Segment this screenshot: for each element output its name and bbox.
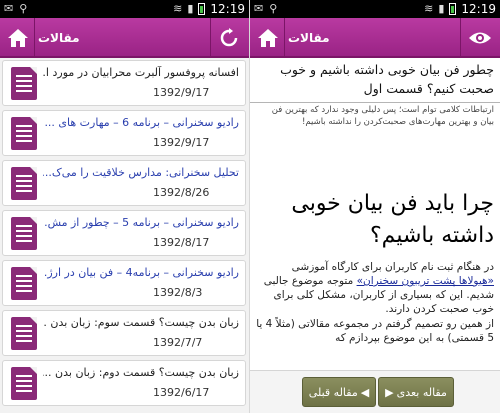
home-button[interactable] — [254, 24, 282, 52]
notification-icon: ✉ — [4, 2, 14, 15]
workshop-link[interactable]: «هیولاها پشت تریبون سخنران» — [357, 275, 494, 287]
header-divider — [210, 18, 211, 58]
document-icon — [11, 367, 37, 400]
header-divider — [460, 18, 461, 58]
home-icon — [258, 29, 278, 47]
view-button[interactable] — [466, 24, 494, 52]
refresh-icon — [220, 28, 238, 47]
article-date: 1392/8/3 — [153, 286, 203, 299]
article-title: رادیو سخنرانی – برنامه 5 – چطور از مش... — [43, 216, 239, 229]
article-list-item[interactable]: رادیو سخنرانی – برنامه4 – فن بیان در ارژ… — [2, 260, 246, 306]
title-divider — [250, 102, 500, 103]
home-icon — [8, 29, 28, 47]
document-icon — [11, 67, 37, 100]
wifi-icon: ≋ — [424, 2, 434, 15]
usb-icon: ⚲ — [19, 2, 28, 15]
article-title: رادیو سخنرانی – برنامه 6 – مهارت های ... — [44, 116, 239, 129]
article-title: زبان بدن چیست؟ قسمت دوم: زبان بدن ... — [43, 366, 239, 379]
notification-icon: ✉ — [254, 2, 264, 15]
article-title: زبان بدن چیست؟ قسمت سوم: زبان بدن ... — [43, 316, 239, 329]
article-title: رادیو سخنرانی – برنامه4 – فن بیان در ارژ… — [43, 266, 239, 279]
eye-icon — [469, 32, 491, 44]
arrow-left-icon: ◀ — [360, 385, 370, 399]
app-header: مقالات — [0, 18, 249, 58]
arrow-right-icon: ▶ — [385, 385, 394, 399]
article-paragraph: در هنگام ثبت نام کاربران برای کارگاه آمو… — [256, 260, 494, 316]
app-header: مقالات — [250, 18, 500, 58]
previous-article-label: مقاله قبلی — [308, 385, 358, 399]
paragraph-text: در هنگام ثبت نام کاربران برای کارگاه آمو… — [291, 261, 494, 273]
battery-icon — [449, 3, 457, 15]
usb-icon: ⚲ — [269, 2, 278, 15]
article-title: چطور فن بیان خوبی داشته باشیم و خوب صحبت… — [280, 62, 494, 96]
document-icon — [11, 217, 37, 250]
next-article-label: مقاله بعدی — [396, 385, 447, 399]
status-time: 12:19 — [461, 2, 496, 16]
battery-icon — [198, 3, 206, 15]
header-divider — [284, 18, 285, 58]
article-list-item[interactable]: رادیو سخنرانی – برنامه 5 – چطور از مش...… — [2, 210, 246, 256]
signal-icon: ▮ — [438, 2, 445, 15]
article-list-item[interactable]: زبان بدن چیست؟ قسمت دوم: زبان بدن ... 139… — [2, 360, 246, 406]
previous-article-button[interactable]: مقاله قبلی ◀ — [302, 377, 376, 407]
document-icon — [11, 117, 37, 150]
document-icon — [11, 167, 37, 200]
article-list-item[interactable]: تحلیل سخنرانی: مدارس خلاقیت را می‌ک... 13… — [2, 160, 246, 206]
status-time: 12:19 — [210, 2, 245, 16]
document-icon — [11, 317, 37, 350]
header-divider — [34, 18, 35, 58]
article-date: 1392/9/17 — [153, 86, 210, 99]
header-title: مقالات — [288, 31, 330, 45]
status-bar: ✉ ⚲ ≋ ▮ 12:19 — [250, 0, 500, 18]
article-date: 1392/9/17 — [153, 136, 210, 149]
article-detail-screen: ✉ ⚲ ≋ ▮ 12:19 مقالات چطور فن بیان خوبی د… — [250, 0, 500, 413]
article-heading: چرا باید فن بیان خوبی داشته باشیم؟ — [291, 191, 494, 248]
next-article-button[interactable]: ▶ مقاله بعدی — [378, 377, 454, 407]
refresh-button[interactable] — [215, 24, 243, 52]
header-title: مقالات — [38, 31, 80, 45]
article-date: 1392/8/17 — [153, 236, 210, 249]
home-button[interactable] — [4, 24, 32, 52]
article-date: 1392/7/7 — [153, 336, 203, 349]
article-list-item[interactable]: زبان بدن چیست؟ قسمت سوم: زبان بدن ... 139… — [2, 310, 246, 356]
article-date: 1392/8/26 — [153, 186, 210, 199]
article-content: چطور فن بیان خوبی داشته باشیم و خوب صحبت… — [250, 60, 500, 360]
article-list-item[interactable]: افسانه پروفسور آلبرت محرابیان در مورد ا.… — [2, 60, 246, 106]
article-paragraph: از همین رو تصمیم گرفتم در مجموعه مقالاتی… — [256, 318, 494, 344]
document-icon — [11, 267, 37, 300]
status-bar: ✉ ⚲ ≋ ▮ 12:19 — [0, 0, 249, 18]
article-intro-text: ارتباطات کلامی توام است؛ پس دلیلی وجود ن… — [271, 105, 494, 127]
article-navigation: مقاله قبلی ◀ ▶ مقاله بعدی — [250, 370, 500, 413]
article-title: تحلیل سخنرانی: مدارس خلاقیت را می‌ک... — [43, 166, 239, 179]
article-title: افسانه پروفسور آلبرت محرابیان در مورد ا.… — [43, 66, 239, 79]
article-date: 1392/6/17 — [153, 386, 210, 399]
signal-icon: ▮ — [187, 2, 194, 15]
articles-list-screen: ✉ ⚲ ≋ ▮ 12:19 مقالات افسانه پروفسور آلبر… — [0, 0, 250, 413]
wifi-icon: ≋ — [173, 2, 183, 15]
article-list-item[interactable]: رادیو سخنرانی – برنامه 6 – مهارت های ...… — [2, 110, 246, 156]
